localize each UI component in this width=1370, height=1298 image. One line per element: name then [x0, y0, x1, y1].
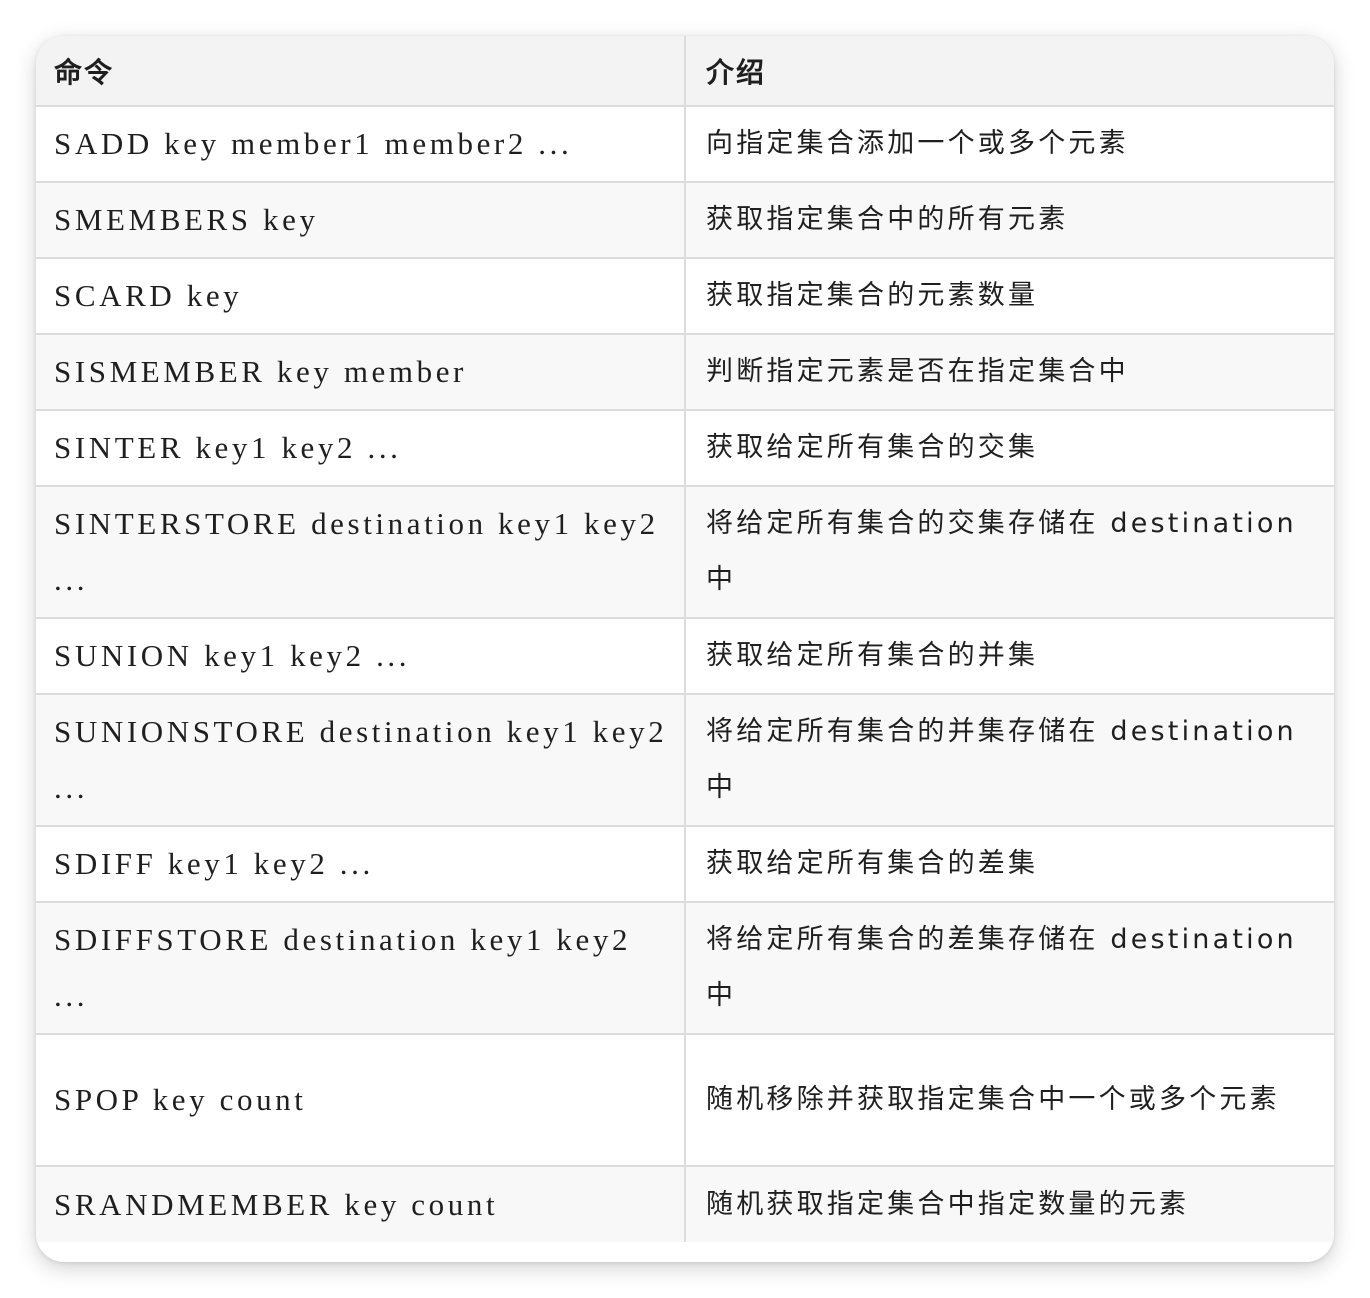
table-row: SUNION key1 key2 ... 获取给定所有集合的并集: [36, 618, 1334, 695]
header-command: 命令: [36, 36, 686, 107]
command-cell: SINTER key1 key2 ...: [36, 410, 686, 487]
description-cell: 向指定集合添加一个或多个元素: [685, 106, 1334, 183]
table-row: SPOP key count 随机移除并获取指定集合中一个或多个元素: [36, 1034, 1334, 1167]
table-row: SRANDMEMBER key count 随机获取指定集合中指定数量的元素: [36, 1166, 1334, 1242]
table-row: SDIFFSTORE destination key1 key2 ... 将给定…: [36, 902, 1334, 1035]
description-cell: 判断指定元素是否在指定集合中: [685, 334, 1334, 411]
table-row: SINTER key1 key2 ... 获取给定所有集合的交集: [36, 410, 1334, 487]
commands-table: 命令 介绍 SADD key member1 member2 ... 向指定集合…: [36, 36, 1334, 1242]
description-cell: 获取给定所有集合的交集: [685, 410, 1334, 487]
table-row: SUNIONSTORE destination key1 key2 ... 将给…: [36, 694, 1334, 827]
description-cell: 随机获取指定集合中指定数量的元素: [706, 1188, 1190, 1220]
description-cell: 将给定所有集合的交集存储在 destination 中: [685, 486, 1334, 619]
description-cell: 将给定所有集合的差集存储在 destination 中: [685, 902, 1334, 1035]
table-row: SADD key member1 member2 ... 向指定集合添加一个或多…: [36, 106, 1334, 183]
description-cell: 获取指定集合的元素数量: [685, 258, 1334, 335]
table-row: SCARD key 获取指定集合的元素数量: [36, 258, 1334, 335]
command-cell: SUNION key1 key2 ...: [36, 618, 686, 695]
header-description: 介绍: [685, 36, 1334, 107]
command-cell: SUNIONSTORE destination key1 key2 ...: [36, 694, 686, 827]
table-header-row: 命令 介绍: [36, 36, 1334, 107]
description-cell: 获取给定所有集合的差集: [685, 826, 1334, 903]
command-cell: SADD key member1 member2 ...: [36, 106, 686, 183]
description-cell: 将给定所有集合的并集存储在 destination 中: [685, 694, 1334, 827]
command-cell: SDIFF key1 key2 ...: [36, 826, 686, 903]
command-cell: SISMEMBER key member: [36, 334, 686, 411]
table-row: SMEMBERS key 获取指定集合中的所有元素: [36, 182, 1334, 259]
command-cell: SINTERSTORE destination key1 key2 ...: [36, 486, 686, 619]
description-cell: 随机移除并获取指定集合中一个或多个元素: [685, 1034, 1334, 1167]
command-cell: SMEMBERS key: [36, 182, 686, 259]
description-cell: 获取指定集合中的所有元素: [685, 182, 1334, 259]
table-row: SINTERSTORE destination key1 key2 ... 将给…: [36, 486, 1334, 619]
command-cell: SPOP key count: [36, 1034, 686, 1167]
table-row: SISMEMBER key member 判断指定元素是否在指定集合中: [36, 334, 1334, 411]
redis-set-commands-table-card: 命令 介绍 SADD key member1 member2 ... 向指定集合…: [36, 36, 1334, 1262]
command-cell: SCARD key: [36, 258, 686, 335]
command-cell: SRANDMEMBER key count: [36, 1166, 686, 1242]
command-cell: SDIFFSTORE destination key1 key2 ...: [36, 902, 686, 1035]
description-cell: 获取给定所有集合的并集: [685, 618, 1334, 695]
table-row: SDIFF key1 key2 ... 获取给定所有集合的差集: [36, 826, 1334, 903]
